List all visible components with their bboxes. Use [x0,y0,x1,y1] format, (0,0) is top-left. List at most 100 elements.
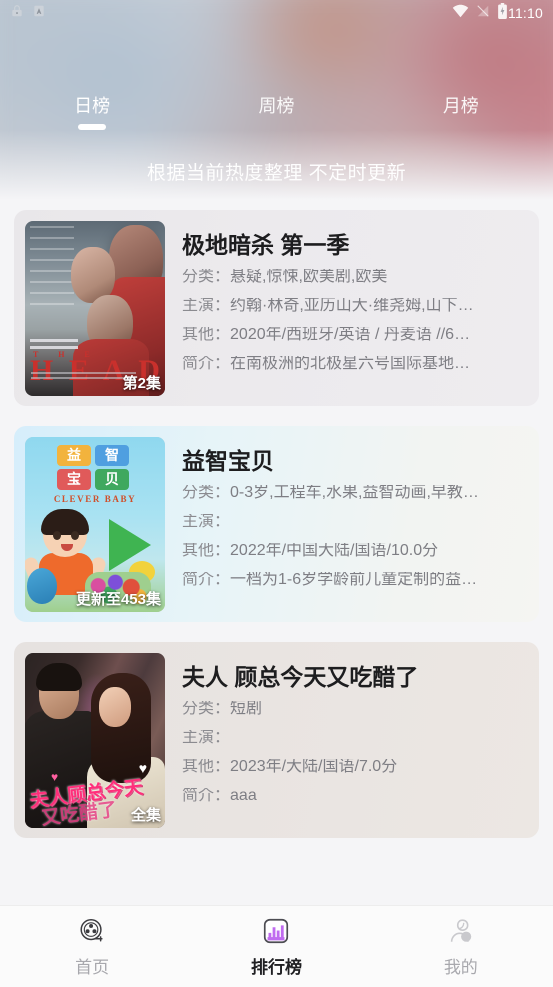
tab-monthly[interactable]: 月榜 [369,90,553,118]
item-category: 分类：0-3岁,工程车,水果,益智动画,早教… [182,485,528,501]
poster-block-2-char: 智 [105,447,119,463]
list-item[interactable]: ♥ ♥ 夫人顾总今天 又吃醋了 全集 夫人 顾总今天又吃醋了 分类：短剧 主演：… [14,642,539,838]
category-label: 分类： [182,701,231,717]
poster-block-3: 宝 [57,469,91,490]
nav-item-profile[interactable]: 我的 [369,916,553,978]
tab-daily[interactable]: 日榜 [0,90,184,130]
status-bar-left [10,4,46,23]
episode-badge: 第2集 [122,375,161,392]
other-value: 2020年/西班牙/英语 / 丹麦语 //6… [230,327,471,343]
item-category: 分类：短剧 [182,701,528,717]
signal-off-icon [476,4,490,23]
list-item[interactable]: 益 智 宝 贝 CLEVER BABY 更新至453集 益智宝贝 分类：0-3岁… [14,426,539,622]
battery-icon [497,2,508,24]
poster-figure-man-hair [36,663,82,691]
user-profile-icon [446,916,476,946]
category-value: 短剧 [230,701,263,717]
poster-block-2: 智 [95,445,129,466]
poster-bottom-credits [31,372,136,382]
status-bar: 11:10 [0,0,553,26]
item-cast: 主演： [182,514,528,530]
poster-credits-block [30,226,74,314]
tab-monthly-label: 月榜 [442,96,479,116]
category-label: 分类： [182,269,231,285]
item-title: 极地暗杀 第一季 [182,232,350,258]
poster-block-4: 贝 [95,469,129,490]
nav-item-home[interactable]: 首页 [0,916,184,978]
episode-badge: 更新至453集 [75,591,161,608]
status-bar-right [452,2,508,24]
item-cast: 主演： [182,730,528,746]
poster-block-1: 益 [57,445,91,466]
poster-figure-eye-left [53,531,61,540]
item-summary: 简介：一档为1-6岁学龄前儿童定制的益… [182,572,528,588]
tab-daily-label: 日榜 [74,96,111,116]
item-info: 夫人 顾总今天又吃醋了 分类：短剧 主演： 其他：2023年/大陆/国语/7.0… [165,653,528,827]
summary-value: 一档为1-6岁学龄前儿童定制的益… [230,572,478,588]
item-other: 其他：2022年/中国大陆/国语/10.0分 [182,543,528,559]
nav-item-ranking[interactable]: 排行榜 [184,916,368,978]
poster-figure-eye-right [71,531,79,540]
item-summary: 简介：aaa [182,788,528,804]
poster-artwork: 益 智 宝 贝 CLEVER BABY [25,437,165,612]
summary-label: 简介： [182,356,231,372]
poster-artwork: ♥ ♥ 夫人顾总今天 又吃醋了 [25,653,165,828]
item-info: 益智宝贝 分类：0-3岁,工程车,水果,益智动画,早教… 主演： 其他：2022… [165,437,528,611]
tab-active-indicator [78,124,107,130]
item-other: 其他：2023年/大陆/国语/7.0分 [182,759,528,775]
cast-label: 主演： [182,730,231,746]
poster-subtitle-text: CLEVER BABY [53,494,137,504]
poster-artwork: T H E H E A D [25,221,165,396]
film-reel-icon [77,916,107,946]
ranking-list[interactable]: T H E H E A D 第2集 极地暗杀 第一季 分类：悬疑,惊悚,欧美剧,… [0,205,553,905]
wifi-icon [452,4,469,23]
item-info: 极地暗杀 第一季 分类：悬疑,惊悚,欧美剧,欧美 主演：约翰·林奇,亚历山大·维… [165,221,528,395]
poster-block-4-char: 贝 [105,471,119,487]
summary-value: 在南极洲的北极星六号国际基地… [230,356,471,372]
bottom-navigation-bar: 首页 排行榜 我的 [0,905,553,987]
category-value: 0-3岁,工程车,水果,益智动画,早教… [230,485,479,501]
nav-item-profile-label: 我的 [443,957,478,977]
item-cast: 主演：约翰·林奇,亚历山大·维尧姆,山下… [182,298,528,314]
item-other: 其他：2020年/西班牙/英语 / 丹麦语 //6… [182,327,528,343]
poster-egg-shape [27,568,57,604]
cast-label: 主演： [182,514,231,530]
poster-block-1-char: 益 [67,447,81,463]
adb-icon [32,4,46,23]
cast-value: 约翰·林奇,亚历山大·维尧姆,山下… [230,298,474,314]
other-label: 其他： [182,759,231,775]
other-label: 其他： [182,543,231,559]
item-category: 分类：悬疑,惊悚,欧美剧,欧美 [182,269,528,285]
bar-chart-icon [261,916,291,946]
nav-item-ranking-label: 排行榜 [250,957,302,977]
status-bar-clock: 11:10 [508,5,543,21]
cast-label: 主演： [182,298,231,314]
poster-figure-hair [41,509,89,535]
episode-badge: 全集 [130,807,161,824]
poster-figure-woman-face [99,687,131,727]
summary-label: 简介： [182,572,231,588]
item-summary: 简介：在南极洲的北极星六号国际基地… [182,356,528,372]
other-value: 2022年/中国大陆/国语/10.0分 [230,543,439,559]
category-value: 悬疑,惊悚,欧美剧,欧美 [230,269,388,285]
app-root: 11:10 日榜 周榜 月榜 根据当前热度整理 不定时更新 T H E H E … [0,0,553,987]
summary-value: aaa [230,788,257,804]
tab-weekly-label: 周榜 [258,96,295,116]
tab-weekly[interactable]: 周榜 [184,90,368,118]
other-label: 其他： [182,327,231,343]
poster-thumbnail[interactable]: T H E H E A D 第2集 [25,221,165,396]
poster-title-blocks: 益 智 宝 贝 [57,445,135,491]
item-title: 益智宝贝 [182,448,274,474]
list-item[interactable]: T H E H E A D 第2集 极地暗杀 第一季 分类：悬疑,惊悚,欧美剧,… [14,210,539,406]
nav-item-home-label: 首页 [75,957,110,977]
poster-thumbnail[interactable]: 益 智 宝 贝 CLEVER BABY 更新至453集 [25,437,165,612]
other-value: 2023年/大陆/国语/7.0分 [230,759,398,775]
header-subtitle: 根据当前热度整理 不定时更新 [146,163,407,184]
category-label: 分类： [182,485,231,501]
poster-block-3-char: 宝 [67,471,81,487]
item-title: 夫人 顾总今天又吃醋了 [182,664,419,690]
lock-icon [10,4,24,23]
ranking-tab-bar: 日榜 周榜 月榜 [0,90,553,138]
poster-thumbnail[interactable]: ♥ ♥ 夫人顾总今天 又吃醋了 全集 [25,653,165,828]
summary-label: 简介： [182,788,231,804]
